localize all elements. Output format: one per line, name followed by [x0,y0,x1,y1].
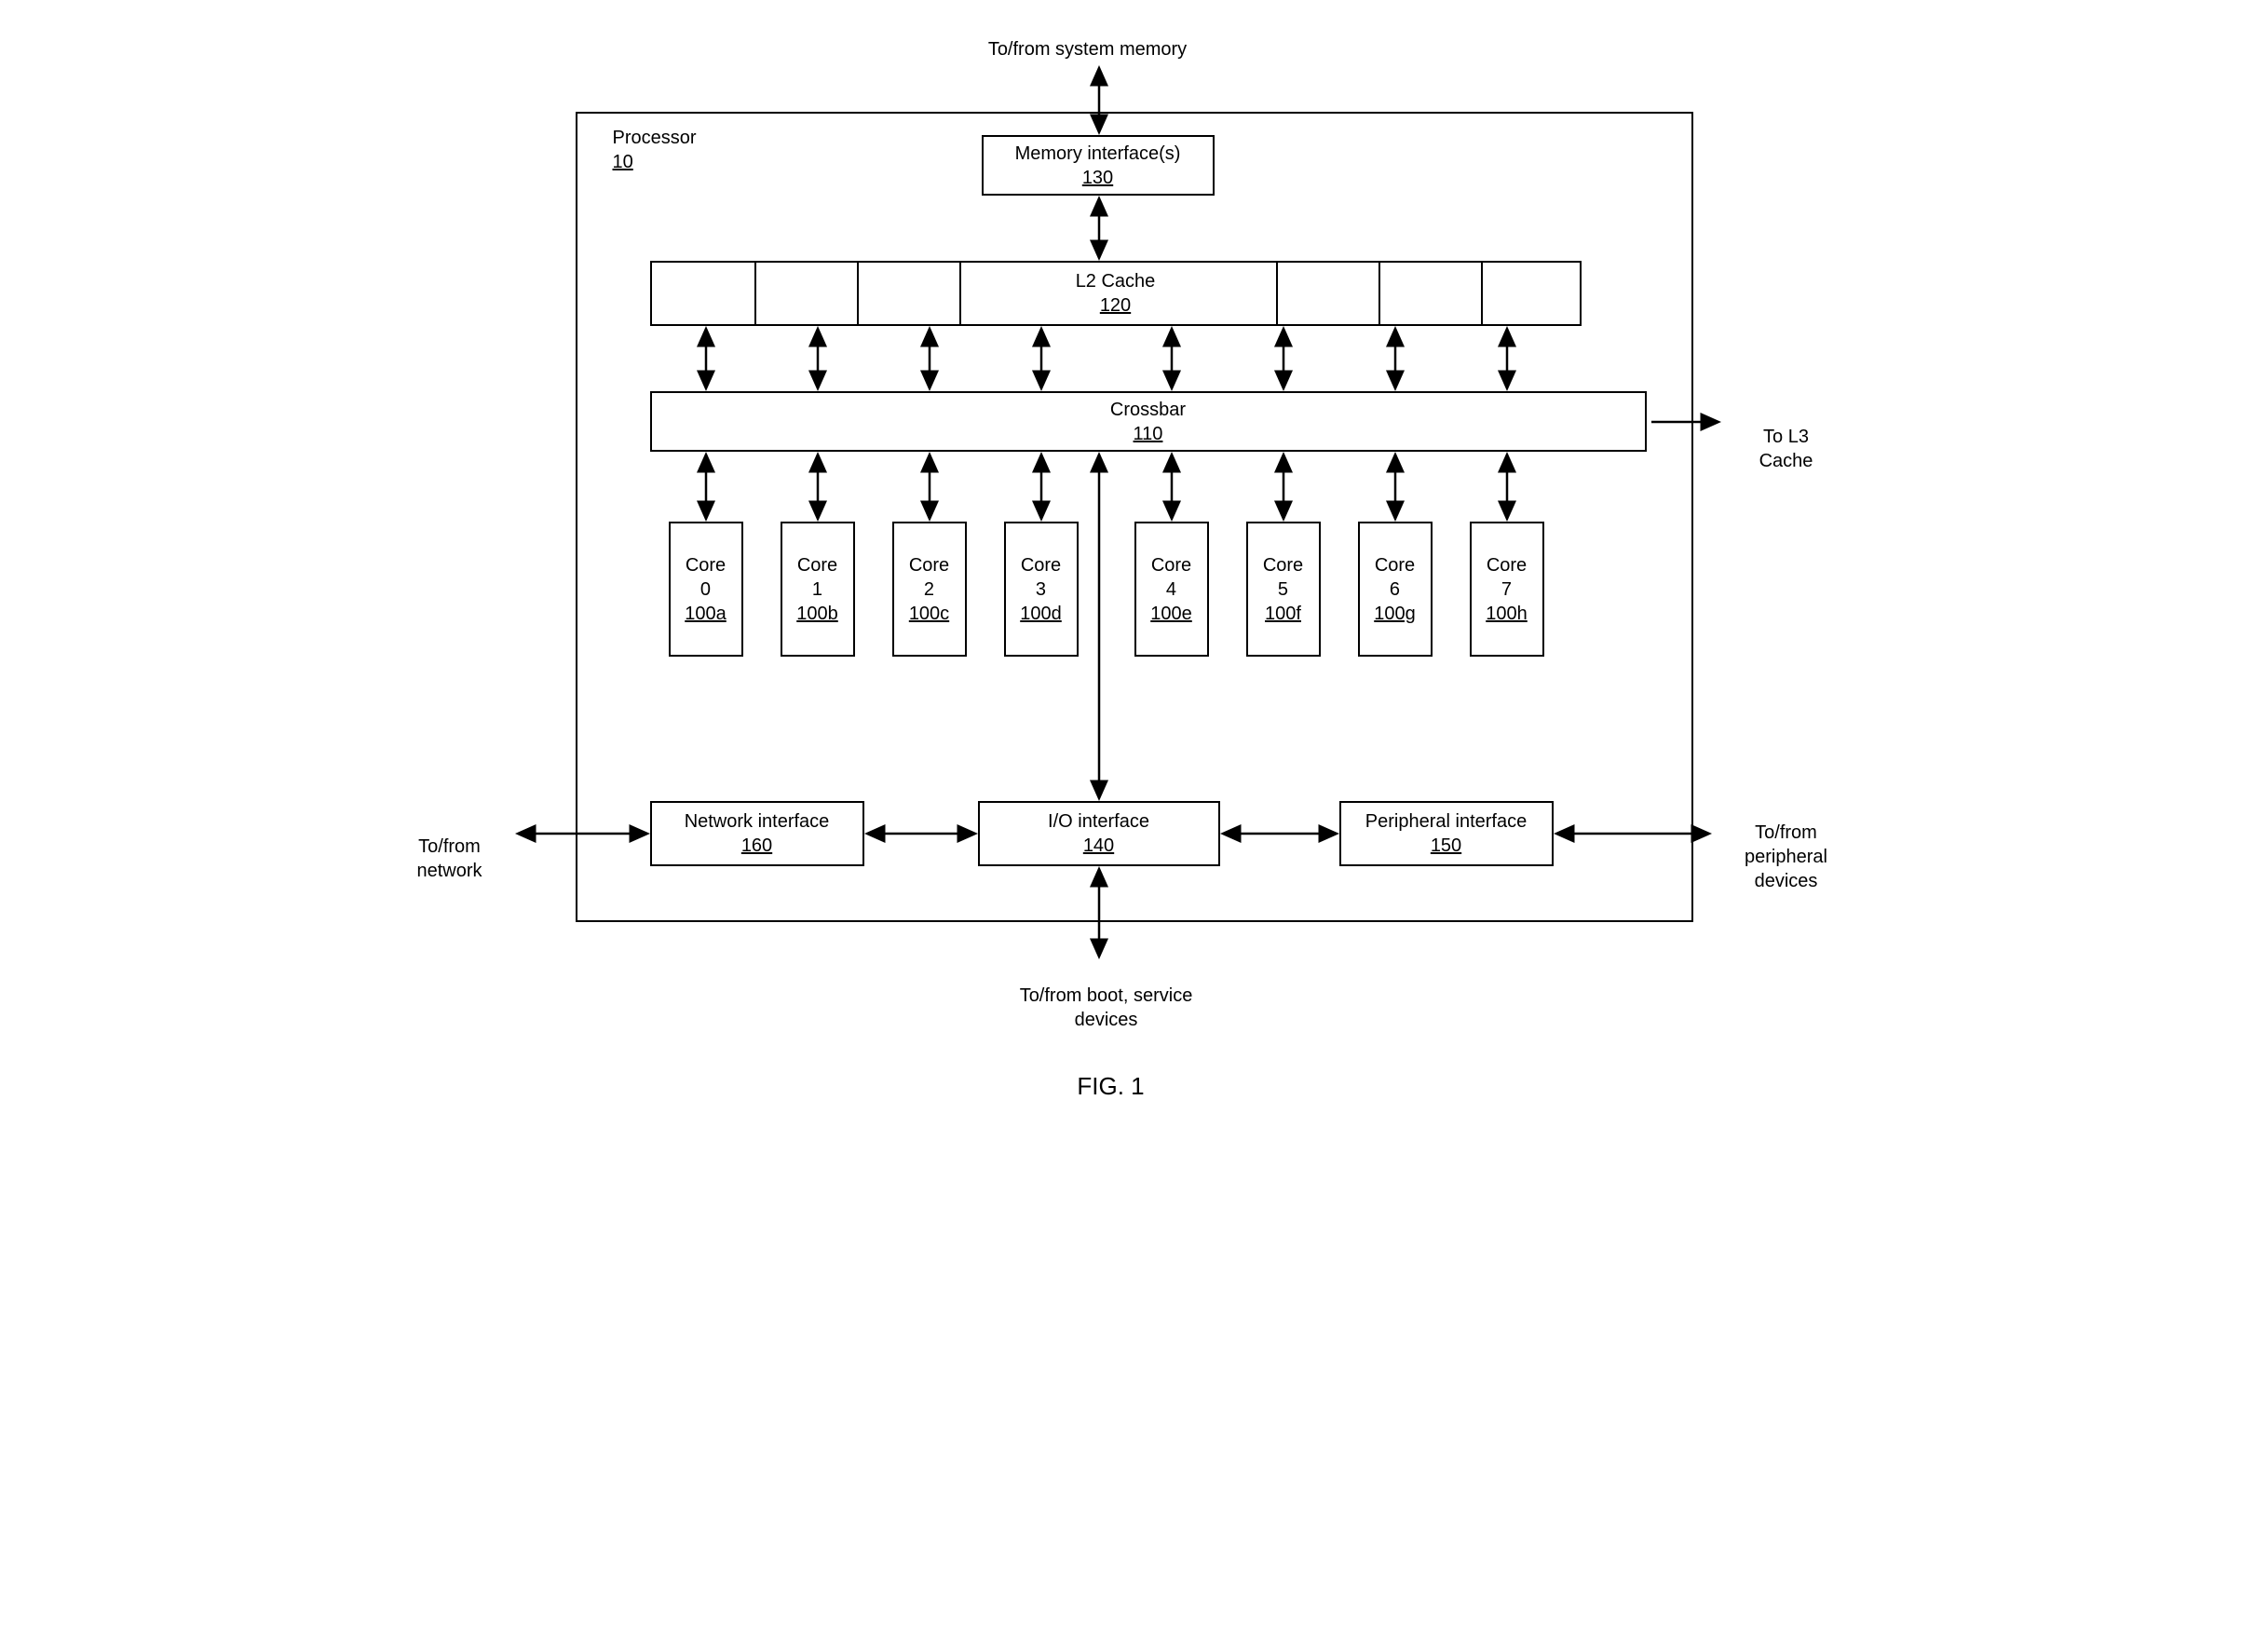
diagram-canvas: To/from system memory To L3 Cache To/fro… [389,37,1880,1155]
label-bottom-external: To/from boot, service devices [967,959,1246,1032]
core-6-box: Core 6 100g [1358,522,1433,657]
l2-cache-box: L2 Cache 120 [650,261,1582,326]
label-bottom-right-external: To/from peripheral devices [1712,796,1861,893]
network-interface-box: Network interface 160 [650,801,864,866]
figure-label: FIG. 1 [1041,1071,1181,1103]
core-5-box: Core 5 100f [1246,522,1321,657]
core-1-box: Core 1 100b [781,522,855,657]
label-right-external: To L3 Cache [1721,401,1852,473]
label-top-external: To/from system memory [911,37,1265,61]
core-3-box: Core 3 100d [1004,522,1079,657]
peripheral-interface-box: Peripheral interface 150 [1339,801,1554,866]
crossbar-box: Crossbar 110 [650,391,1647,452]
core-0-box: Core 0 100a [669,522,743,657]
core-4-box: Core 4 100e [1134,522,1209,657]
processor-label: Processor 10 [613,126,697,174]
memory-interface-box: Memory interface(s) 130 [982,135,1215,196]
core-7-box: Core 7 100h [1470,522,1544,657]
core-2-box: Core 2 100c [892,522,967,657]
io-interface-box: I/O interface 140 [978,801,1220,866]
label-left-external: To/from network [389,810,510,883]
